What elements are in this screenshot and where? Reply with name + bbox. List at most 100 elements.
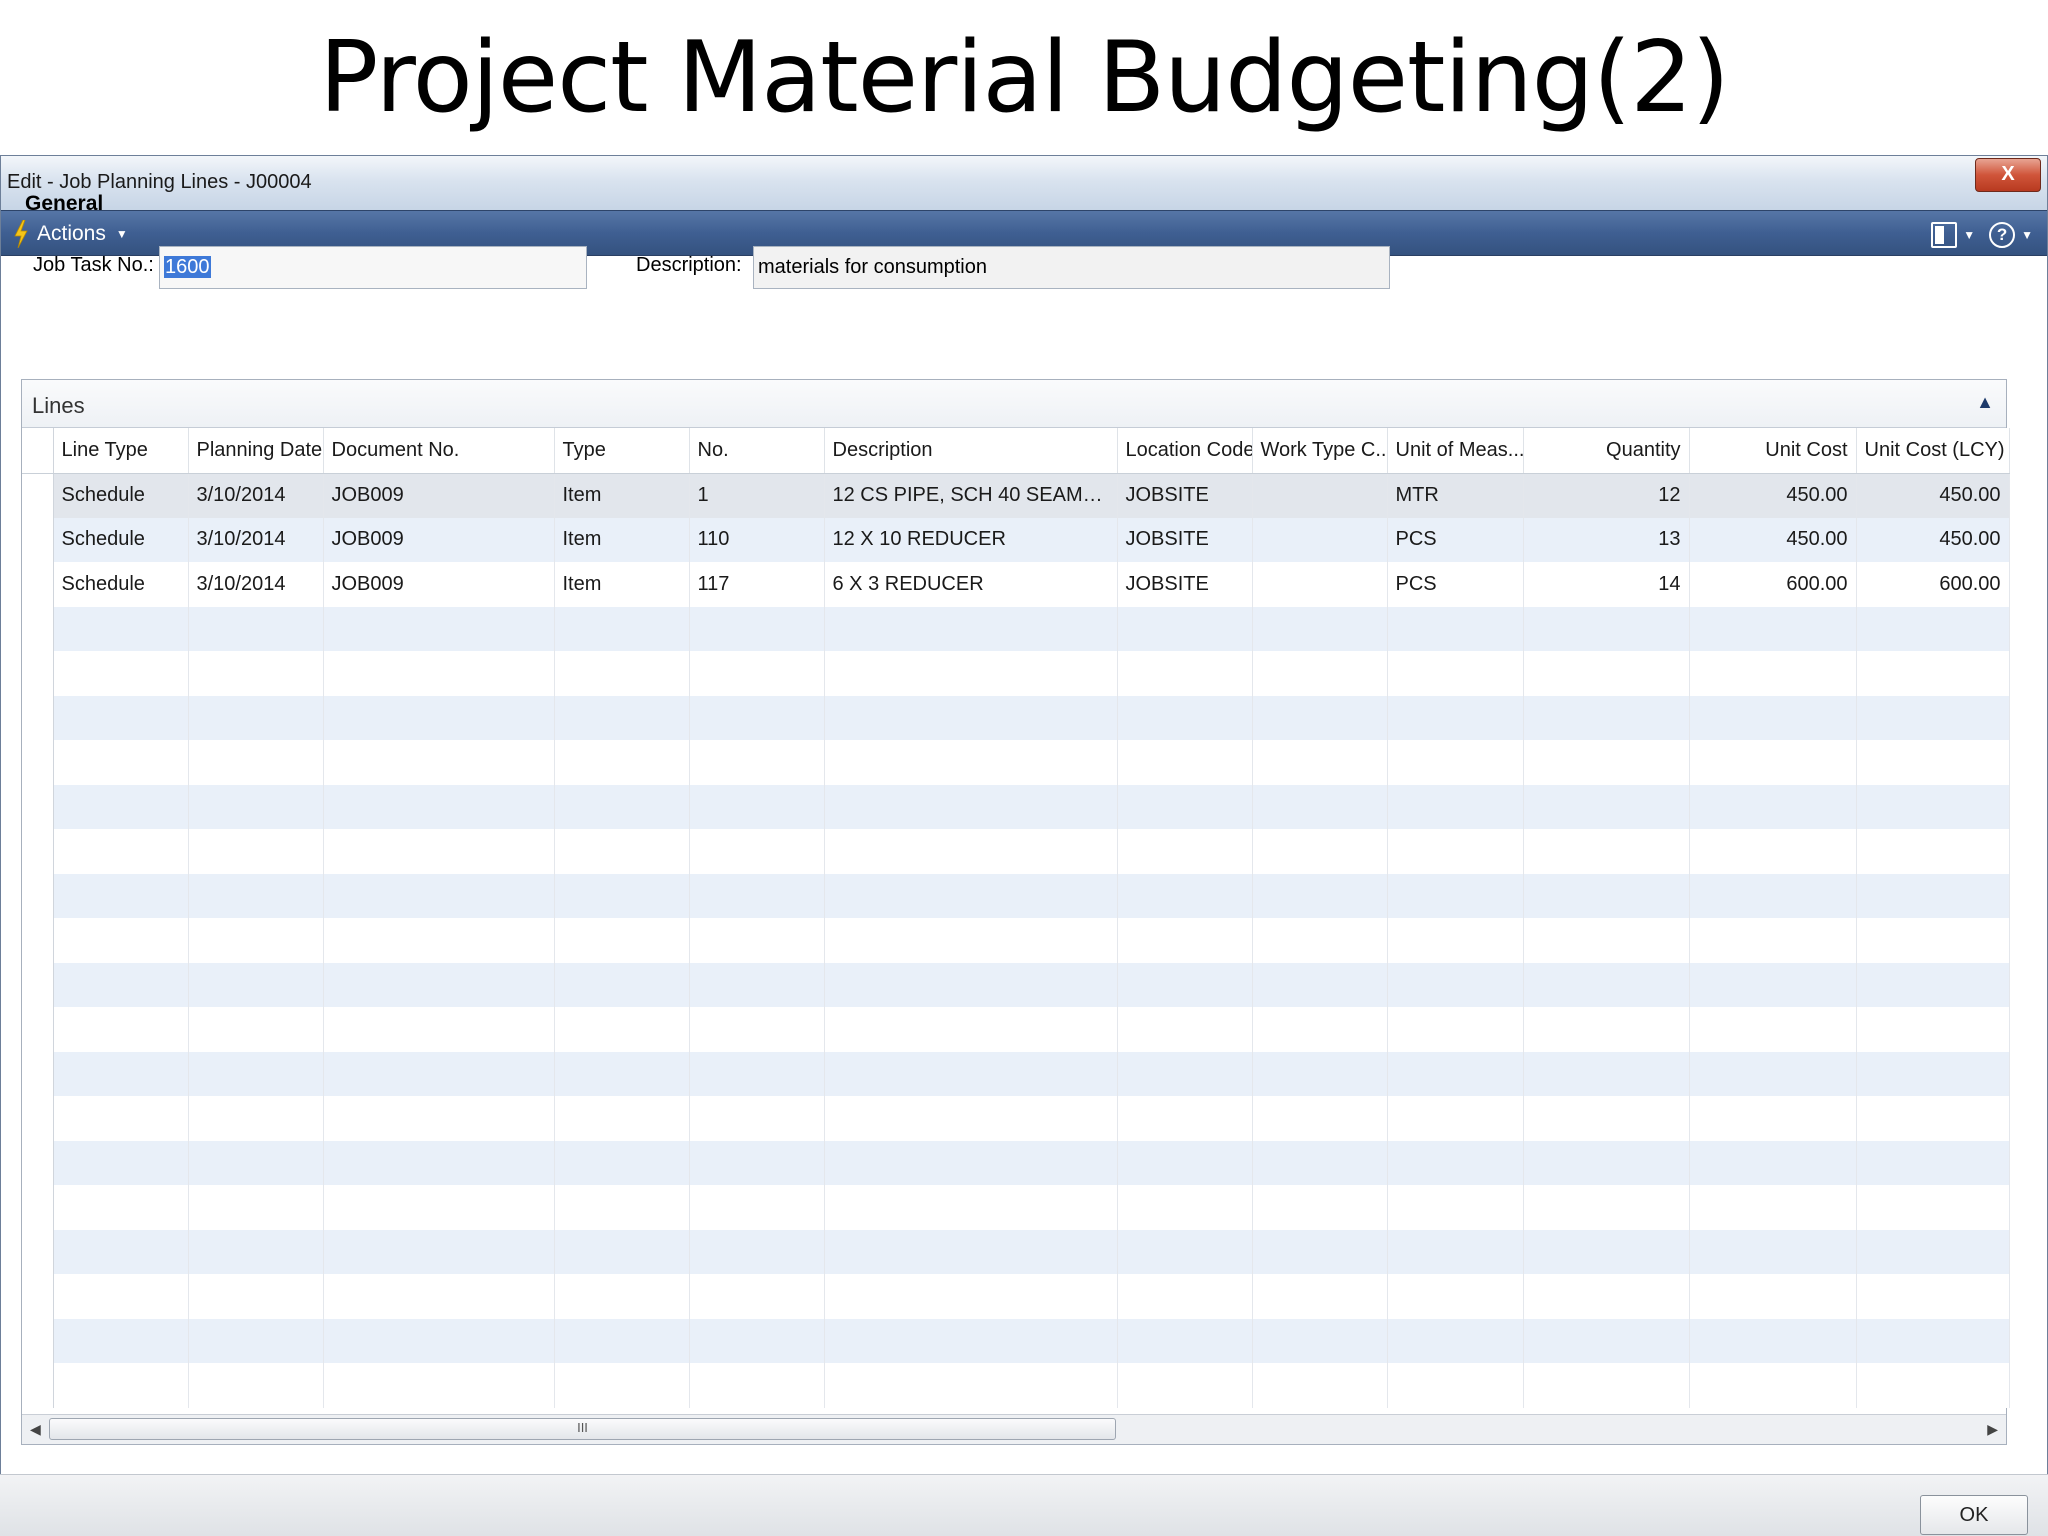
table-row[interactable]: Schedule 3/10/2014 JOB009 Item 117 6 X 3 REDU… xyxy=(22,562,2010,607)
row-selector[interactable] xyxy=(22,740,54,785)
table-cell[interactable] xyxy=(1252,695,1388,740)
table-cell[interactable] xyxy=(323,1007,555,1052)
table-cell[interactable] xyxy=(1387,1185,1524,1230)
table-cell[interactable]: 110 xyxy=(689,517,825,562)
table-cell[interactable] xyxy=(53,740,189,785)
table-cell[interactable] xyxy=(323,829,555,874)
table-cell[interactable] xyxy=(1523,1363,1690,1408)
table-cell[interactable] xyxy=(554,1096,690,1141)
table-cell[interactable] xyxy=(1117,651,1253,696)
close-button[interactable]: X xyxy=(1975,158,2041,192)
table-cell[interactable] xyxy=(1117,873,1253,918)
table-cell[interactable] xyxy=(1252,962,1388,1007)
table-cell[interactable] xyxy=(1252,1363,1388,1408)
table-cell[interactable] xyxy=(1523,962,1690,1007)
table-cell[interactable] xyxy=(1856,1229,2010,1274)
table-cell[interactable] xyxy=(323,1096,555,1141)
table-cell[interactable] xyxy=(1252,784,1388,829)
table-cell[interactable] xyxy=(188,962,324,1007)
table-cell[interactable] xyxy=(554,784,690,829)
table-row[interactable] xyxy=(22,651,2010,696)
table-cell[interactable]: Item xyxy=(554,517,690,562)
job-task-no-input[interactable]: 1600 xyxy=(159,246,587,289)
table-cell[interactable] xyxy=(554,873,690,918)
table-cell[interactable] xyxy=(1689,651,1857,696)
table-cell[interactable] xyxy=(1387,918,1524,963)
column-header-unit-cost[interactable]: Unit Cost xyxy=(1689,428,1857,474)
table-cell[interactable] xyxy=(1689,1051,1857,1096)
table-cell[interactable] xyxy=(323,1363,555,1408)
column-header-unit-cost-lcy[interactable]: Unit Cost (LCY) xyxy=(1856,428,2010,474)
table-cell[interactable] xyxy=(824,1185,1118,1230)
table-row[interactable] xyxy=(22,1274,2010,1319)
collapse-chevron-up-icon[interactable]: ▲ xyxy=(1976,392,1994,413)
table-cell[interactable] xyxy=(1523,1229,1690,1274)
column-header-description[interactable]: Description xyxy=(824,428,1118,474)
row-selector[interactable] xyxy=(22,695,54,740)
table-cell[interactable] xyxy=(1856,1096,2010,1141)
table-cell[interactable] xyxy=(53,962,189,1007)
table-cell[interactable] xyxy=(554,918,690,963)
table-cell[interactable] xyxy=(1689,1096,1857,1141)
column-header-location-code[interactable]: Location Code xyxy=(1117,428,1253,474)
table-cell[interactable] xyxy=(1117,1140,1253,1185)
table-cell[interactable] xyxy=(554,1140,690,1185)
scroll-left-arrow-icon[interactable]: ◀ xyxy=(30,1421,41,1438)
table-cell[interactable] xyxy=(53,1363,189,1408)
table-cell[interactable] xyxy=(1523,606,1690,651)
table-cell[interactable] xyxy=(1856,651,2010,696)
table-cell[interactable] xyxy=(689,1185,825,1230)
table-cell[interactable] xyxy=(188,1096,324,1141)
table-cell[interactable] xyxy=(689,1140,825,1185)
table-cell[interactable] xyxy=(1117,1318,1253,1363)
table-cell[interactable] xyxy=(1856,962,2010,1007)
table-cell[interactable]: 117 xyxy=(689,562,825,607)
table-row[interactable] xyxy=(22,1185,2010,1230)
table-row[interactable] xyxy=(22,829,2010,874)
table-cell[interactable] xyxy=(554,1051,690,1096)
table-cell[interactable] xyxy=(824,1229,1118,1274)
table-cell[interactable]: 450.00 xyxy=(1689,473,1857,518)
table-cell[interactable] xyxy=(188,695,324,740)
table-cell[interactable] xyxy=(1523,784,1690,829)
table-row[interactable] xyxy=(22,1096,2010,1141)
table-cell[interactable]: JOBSITE xyxy=(1117,473,1253,518)
table-cell[interactable] xyxy=(554,695,690,740)
table-cell[interactable]: Item xyxy=(554,562,690,607)
table-cell[interactable] xyxy=(1523,1051,1690,1096)
table-cell[interactable] xyxy=(1856,873,2010,918)
table-cell[interactable] xyxy=(1117,1007,1253,1052)
table-row[interactable] xyxy=(22,962,2010,1007)
table-cell[interactable] xyxy=(1387,1274,1524,1319)
table-cell[interactable] xyxy=(554,1229,690,1274)
table-cell[interactable] xyxy=(1117,1051,1253,1096)
column-header-planning-date[interactable]: Planning Date xyxy=(188,428,324,474)
table-cell[interactable]: 1 xyxy=(689,473,825,518)
row-selector[interactable] xyxy=(22,1007,54,1052)
table-cell[interactable] xyxy=(1523,740,1690,785)
column-header-no[interactable]: No. xyxy=(689,428,825,474)
table-cell[interactable] xyxy=(188,873,324,918)
table-cell[interactable] xyxy=(1252,606,1388,651)
table-row[interactable] xyxy=(22,784,2010,829)
table-row[interactable] xyxy=(22,1229,2010,1274)
table-cell[interactable] xyxy=(1689,606,1857,651)
table-cell[interactable] xyxy=(554,1185,690,1230)
table-cell[interactable] xyxy=(188,1229,324,1274)
table-cell[interactable] xyxy=(1252,562,1388,607)
table-cell[interactable] xyxy=(824,1007,1118,1052)
table-cell[interactable] xyxy=(824,1140,1118,1185)
table-cell[interactable] xyxy=(689,873,825,918)
table-cell[interactable] xyxy=(323,962,555,1007)
table-cell[interactable] xyxy=(1252,1051,1388,1096)
table-cell[interactable] xyxy=(1117,695,1253,740)
table-cell[interactable] xyxy=(188,918,324,963)
table-cell[interactable] xyxy=(53,606,189,651)
table-cell[interactable] xyxy=(1689,873,1857,918)
table-cell[interactable] xyxy=(1856,784,2010,829)
table-cell[interactable] xyxy=(689,1318,825,1363)
table-cell[interactable] xyxy=(1523,1274,1690,1319)
table-cell[interactable] xyxy=(53,918,189,963)
table-cell[interactable] xyxy=(1523,1096,1690,1141)
table-cell[interactable]: JOB009 xyxy=(323,562,555,607)
